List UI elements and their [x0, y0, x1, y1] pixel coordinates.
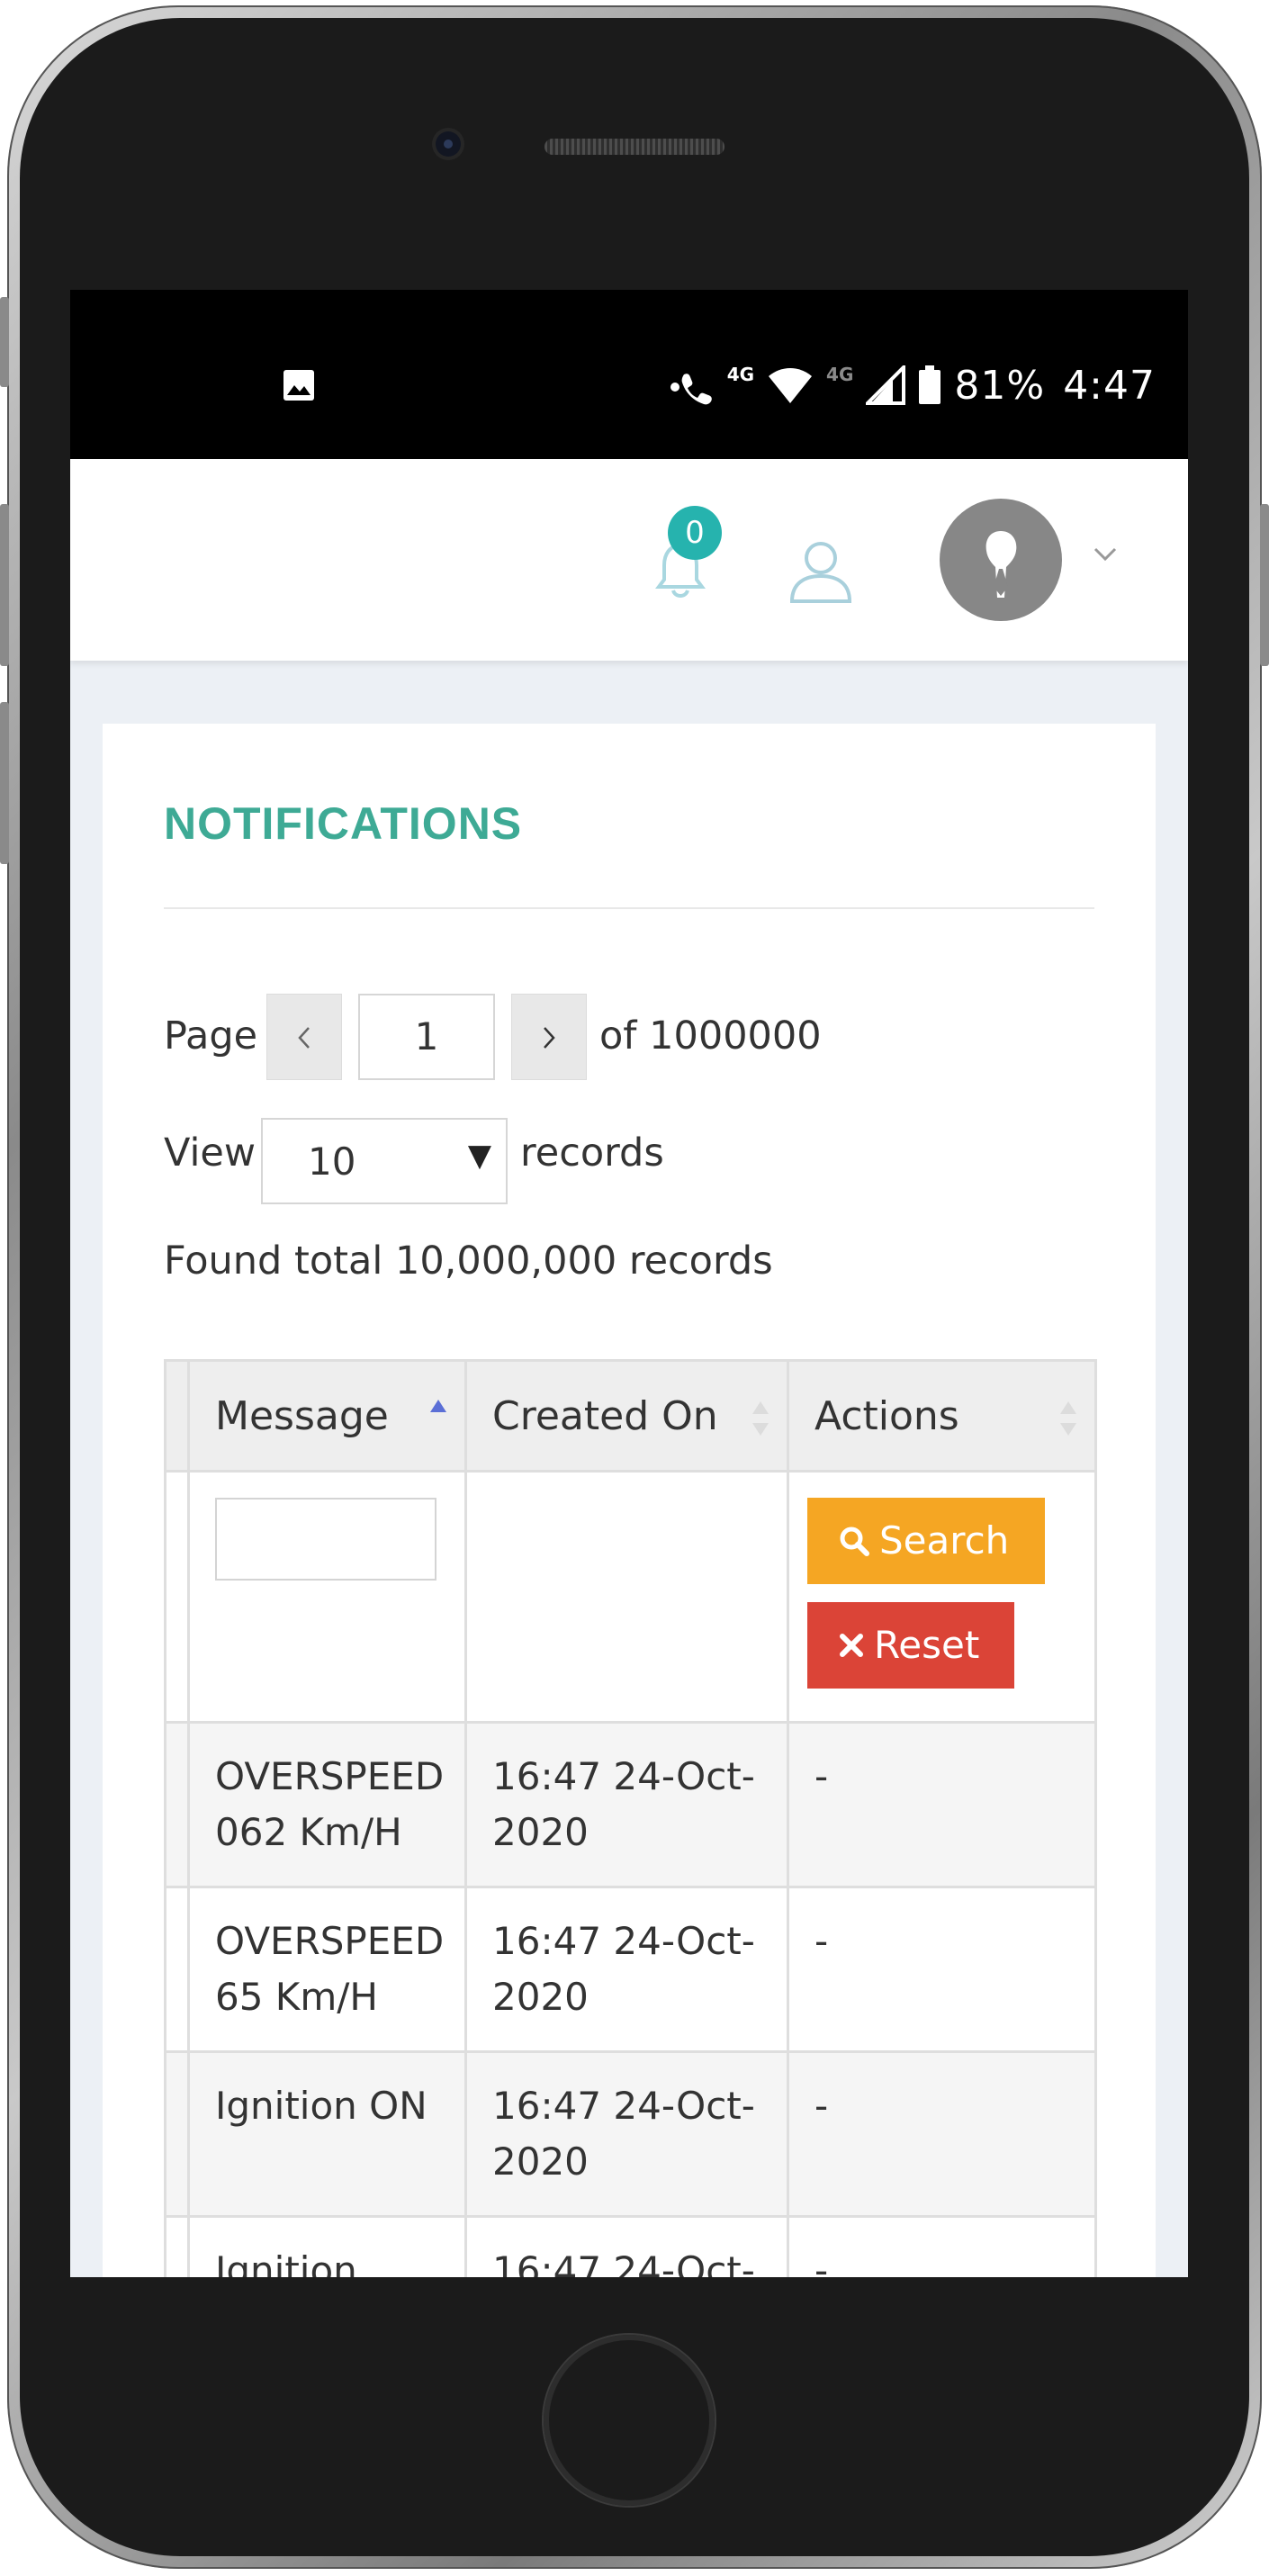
chevron-right-icon — [544, 1026, 555, 1049]
top-navbar: 0 — [70, 459, 1188, 661]
message-filter-input[interactable] — [215, 1498, 436, 1581]
side-button-volume-down — [0, 702, 9, 864]
side-button-power — [1260, 504, 1269, 666]
sort-ascending-icon — [430, 1400, 446, 1412]
table-header-spacer — [164, 1359, 190, 1473]
table-row[interactable]: Ignition ON 16:47 24-Oct-2020 - — [164, 2050, 1097, 2218]
next-page-button[interactable] — [511, 994, 587, 1080]
image-notification-icon — [284, 370, 314, 401]
table-row[interactable]: Ignition 16:47 24-Oct- - — [164, 2215, 1097, 2277]
column-header-actions[interactable]: Actions — [787, 1359, 1097, 1473]
volte-call-icon — [670, 374, 712, 405]
wifi-icon — [769, 368, 813, 403]
message-cell: OVERSPEED 65 Km/H — [187, 1886, 467, 2053]
table-filter-row: Search Reset — [164, 1470, 1097, 1724]
signal-network-label: 4G — [826, 364, 854, 385]
dropdown-arrow-icon: ▼ — [467, 1138, 491, 1174]
found-total-label: Found total 10,000,000 records — [164, 1238, 773, 1283]
screen: 4G 4G 81% 4:47 0 NOTIFICATIONS Page 1 of… — [70, 290, 1188, 2277]
chevron-down-icon[interactable] — [1093, 545, 1118, 563]
cell-signal-icon — [866, 365, 906, 405]
chevron-left-icon — [298, 1026, 310, 1049]
reset-button[interactable]: Reset — [807, 1602, 1014, 1689]
page-label: Page — [164, 1013, 258, 1058]
notifications-table: Message Created On Actions Search Reset … — [164, 1359, 1097, 2277]
status-bar: 4G 4G 81% 4:47 — [70, 290, 1188, 459]
reset-button-label: Reset — [874, 1623, 980, 1667]
column-header-label: Created On — [492, 1392, 718, 1439]
sort-icon — [1060, 1401, 1076, 1436]
actions-cell: - — [787, 1721, 1097, 1888]
page-title: NOTIFICATIONS — [164, 798, 523, 849]
actions-cell: - — [787, 2215, 1097, 2277]
side-button-mute — [0, 297, 9, 387]
call-network-label: 4G — [726, 364, 755, 385]
user-profile-icon[interactable] — [787, 536, 855, 605]
table-cell-spacer — [164, 2050, 190, 2218]
title-divider — [164, 907, 1094, 909]
close-icon — [840, 1634, 863, 1657]
notification-count-badge[interactable]: 0 — [668, 506, 722, 560]
actions-cell: - — [787, 1886, 1097, 2053]
records-per-page-value: 10 — [308, 1139, 356, 1184]
actions-cell: - — [787, 2050, 1097, 2218]
search-button[interactable]: Search — [807, 1498, 1045, 1584]
clock: 4:47 — [1063, 362, 1156, 409]
sort-icon — [752, 1401, 769, 1436]
search-icon — [840, 1527, 869, 1556]
page-number-input[interactable]: 1 — [358, 994, 495, 1080]
home-button[interactable] — [544, 2335, 715, 2506]
created-on-cell: 16:47 24-Oct- — [464, 2215, 789, 2277]
created-on-cell: 16:47 24-Oct-2020 — [464, 1886, 789, 2053]
battery-icon — [919, 365, 941, 404]
created-on-cell: 16:47 24-Oct-2020 — [464, 2050, 789, 2218]
battery-percent: 81% — [954, 362, 1046, 409]
created-on-cell: 16:47 24-Oct-2020 — [464, 1721, 789, 1888]
created-on-filter-cell — [464, 1470, 789, 1724]
search-button-label: Search — [879, 1518, 1010, 1563]
actions-filter-cell: Search Reset — [787, 1470, 1097, 1724]
records-label: records — [520, 1130, 664, 1175]
column-header-label: Actions — [814, 1392, 959, 1439]
page-total-label: of 1000000 — [599, 1013, 822, 1058]
records-per-page-select[interactable]: 10 ▼ — [261, 1118, 508, 1204]
column-header-label: Message — [215, 1392, 389, 1439]
table-cell-spacer — [164, 1470, 190, 1724]
message-cell: Ignition — [187, 2215, 467, 2277]
table-cell-spacer — [164, 2215, 190, 2277]
table-cell-spacer — [164, 1721, 190, 1888]
table-header-row: Message Created On Actions — [164, 1359, 1097, 1473]
prev-page-button[interactable] — [266, 994, 342, 1080]
message-cell: Ignition ON — [187, 2050, 467, 2218]
front-camera — [436, 131, 461, 157]
status-icons: 4G 4G 81% 4:47 — [670, 360, 1156, 410]
table-cell-spacer — [164, 1886, 190, 2053]
column-header-message[interactable]: Message — [187, 1359, 467, 1473]
table-row[interactable]: OVERSPEED 062 Km/H 16:47 24-Oct-2020 - — [164, 1721, 1097, 1888]
avatar[interactable] — [940, 499, 1062, 621]
earpiece-speaker — [544, 139, 724, 155]
notifications-card: NOTIFICATIONS Page 1 of 1000000 View 10 … — [103, 724, 1156, 2277]
default-avatar-icon — [986, 531, 1017, 598]
table-row[interactable]: OVERSPEED 65 Km/H 16:47 24-Oct-2020 - — [164, 1886, 1097, 2053]
column-header-created-on[interactable]: Created On — [464, 1359, 789, 1473]
message-cell: OVERSPEED 062 Km/H — [187, 1721, 467, 1888]
view-label: View — [164, 1130, 256, 1175]
side-button-volume-up — [0, 504, 9, 666]
message-filter-cell — [187, 1470, 467, 1724]
